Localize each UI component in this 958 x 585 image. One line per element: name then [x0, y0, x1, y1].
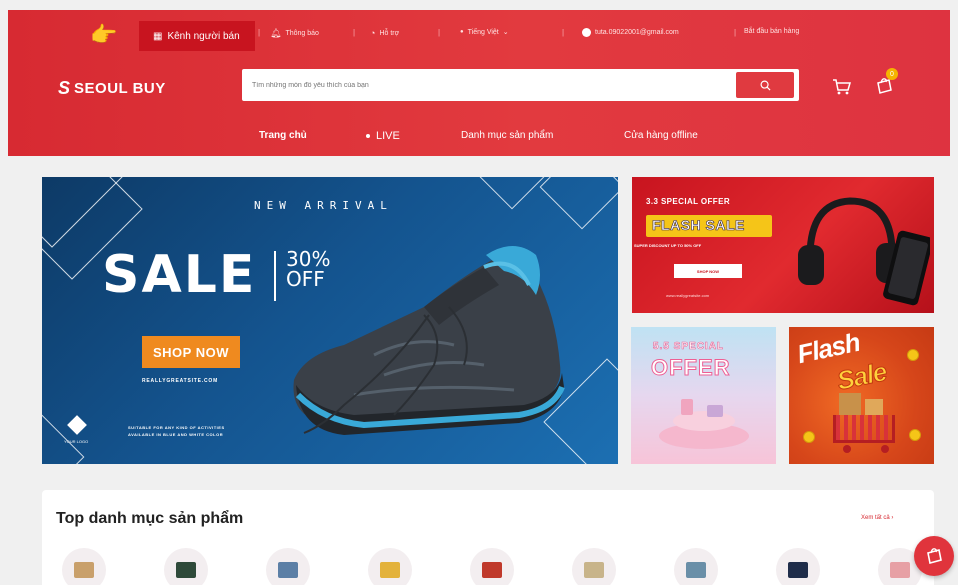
nav-home[interactable]: Trang chủ — [259, 130, 307, 141]
store-icon: ▦ — [153, 30, 163, 42]
shop-now-button[interactable]: SHOP NOW — [142, 336, 240, 368]
search-input[interactable] — [252, 77, 722, 93]
special-offer-line1: 5.5 SPECIAL — [653, 341, 725, 353]
category-image — [74, 562, 94, 578]
cart-wheel — [843, 445, 851, 453]
cart-icon — [833, 79, 851, 95]
nav-live-label: LIVE — [376, 130, 400, 142]
top-categories-section: Top danh mục sản phẩm Xem tất cả › — [42, 490, 934, 585]
flash-site-url: www.reallygreatsite.com — [666, 293, 710, 298]
decor-diamond — [469, 177, 555, 210]
special-offer-text: 3.3 SPECIAL OFFER — [646, 197, 731, 206]
fineprint-line: AVAILABLE IN BLUE AND WHITE COLOR — [128, 432, 224, 437]
start-selling-label: Bắt đầu bán hàng — [744, 28, 800, 35]
search-bar — [242, 69, 799, 101]
category-item[interactable] — [470, 548, 514, 585]
sneaker-image — [293, 246, 565, 435]
top-bar: 👉 ▦ Kênh người bán | 🔔︎ Thông báo | ◔ Hỗ… — [8, 10, 950, 51]
divider: | — [353, 28, 356, 37]
page: 👉 ▦ Kênh người bán | 🔔︎ Thông báo | ◔ Hỗ… — [0, 0, 958, 585]
chat-floating-button[interactable] — [914, 536, 954, 576]
coin-icon — [907, 349, 919, 361]
category-item[interactable] — [368, 548, 412, 585]
coin-icon — [909, 429, 921, 441]
category-image — [788, 562, 808, 578]
bell-icon: 🔔︎ — [270, 28, 282, 38]
category-item[interactable] — [164, 548, 208, 585]
category-image — [686, 562, 706, 578]
search-icon — [760, 80, 771, 91]
category-image — [278, 562, 298, 578]
headset-icon: ◔ — [370, 28, 376, 38]
hand-pointing-right-icon: 👉 — [90, 22, 118, 47]
headphones-image — [798, 197, 930, 306]
package-icon — [839, 393, 861, 415]
category-image — [890, 562, 910, 578]
flash-sale-text: FLASH SALE — [652, 217, 745, 234]
chevron-down-icon: ⌄ — [502, 29, 509, 36]
account-link[interactable]: tuta.09022001@gmail.com — [582, 28, 679, 37]
seller-channel-link[interactable]: ▦ Kênh người bán — [139, 21, 255, 51]
logo-mark-icon: S — [58, 78, 70, 98]
new-arrival-text: NEW ARRIVAL — [254, 199, 393, 212]
category-image — [380, 562, 400, 578]
divider: | — [562, 28, 565, 37]
see-all-link[interactable]: Xem tất cả › — [861, 515, 893, 521]
top-categories-title: Top danh mục sản phẩm — [56, 510, 244, 527]
start-selling-link[interactable]: Bắt đầu bán hàng — [744, 28, 799, 35]
divider: | — [438, 28, 441, 37]
flash-shop-now-button[interactable]: SHOP NOW — [674, 264, 742, 278]
brand-name: SEOUL BUY — [74, 80, 166, 97]
category-item[interactable] — [266, 548, 310, 585]
seller-channel-label: Kênh người bán — [167, 30, 240, 42]
user-avatar-icon — [582, 28, 591, 37]
category-image — [176, 562, 196, 578]
account-email: tuta.09022001@gmail.com — [595, 29, 679, 36]
cosmetic-product-image — [681, 399, 693, 415]
nav-categories[interactable]: Danh mục sản phẩm — [461, 130, 553, 141]
cosmetic-product-image — [707, 405, 723, 417]
special-offer-line2: OFFER — [651, 355, 731, 381]
nav-live[interactable]: LIVE — [366, 130, 400, 142]
search-button[interactable] — [736, 72, 794, 98]
flash-sale-cart-banner[interactable]: Flash Sale — [789, 327, 934, 464]
divider: | — [258, 28, 261, 37]
live-dot-icon — [366, 134, 370, 139]
cart-button[interactable] — [832, 78, 852, 101]
shopping-cart-image — [833, 415, 895, 443]
banner-site-url: REALLYGREATSITE.COM — [142, 378, 219, 384]
fineprint-line: SUITABLE FOR ANY KIND OF ACTIVITIES — [128, 425, 225, 430]
category-item[interactable] — [776, 548, 820, 585]
cart-badge: 0 — [886, 68, 898, 80]
support-label: Hỗ trợ — [379, 29, 400, 37]
category-item[interactable] — [674, 548, 718, 585]
your-logo-icon — [67, 415, 87, 435]
notifications-link[interactable]: 🔔︎ Thông báo — [270, 28, 319, 39]
category-item[interactable] — [62, 548, 106, 585]
category-image — [482, 562, 502, 578]
package-icon — [865, 399, 883, 415]
your-logo-label: YOUR LOGO — [64, 439, 89, 444]
support-link[interactable]: ◔ Hỗ trợ — [370, 28, 399, 38]
cart-wheel — [881, 445, 889, 453]
flash-sale-banner[interactable]: 3.3 SPECIAL OFFER FLASH SALE SUPER DISCO… — [632, 177, 934, 313]
globe-icon: ● — [460, 29, 464, 35]
site-header: 👉 ▦ Kênh người bán | 🔔︎ Thông báo | ◔ Hỗ… — [8, 10, 950, 156]
super-discount-text: SUPER DISCOUNT UP TO 50% OFF — [634, 243, 702, 248]
category-image — [584, 562, 604, 578]
divider: | — [734, 28, 737, 37]
hero-banner-sale[interactable]: NEW ARRIVAL SALE 30% OFF SHOP NOW REALLY… — [42, 177, 618, 464]
notifications-label: Thông báo — [285, 30, 319, 37]
special-offer-banner[interactable]: 5.5 SPECIAL OFFER — [631, 327, 776, 464]
brand-logo[interactable]: S SEOUL BUY — [58, 78, 166, 99]
coin-icon — [803, 431, 815, 443]
banner-fineprint: SUITABLE FOR ANY KIND OF ACTIVITIES AVAI… — [128, 424, 225, 438]
sale-headline: SALE — [102, 245, 257, 305]
category-item[interactable] — [572, 548, 616, 585]
sale-word: Sale — [834, 356, 890, 397]
chat-icon — [927, 548, 942, 564]
nav-offline-stores[interactable]: Cửa hàng offline — [624, 130, 698, 141]
language-label: Tiếng Việt — [467, 28, 499, 36]
language-selector[interactable]: ● Tiếng Việt ⌄ — [460, 28, 509, 37]
